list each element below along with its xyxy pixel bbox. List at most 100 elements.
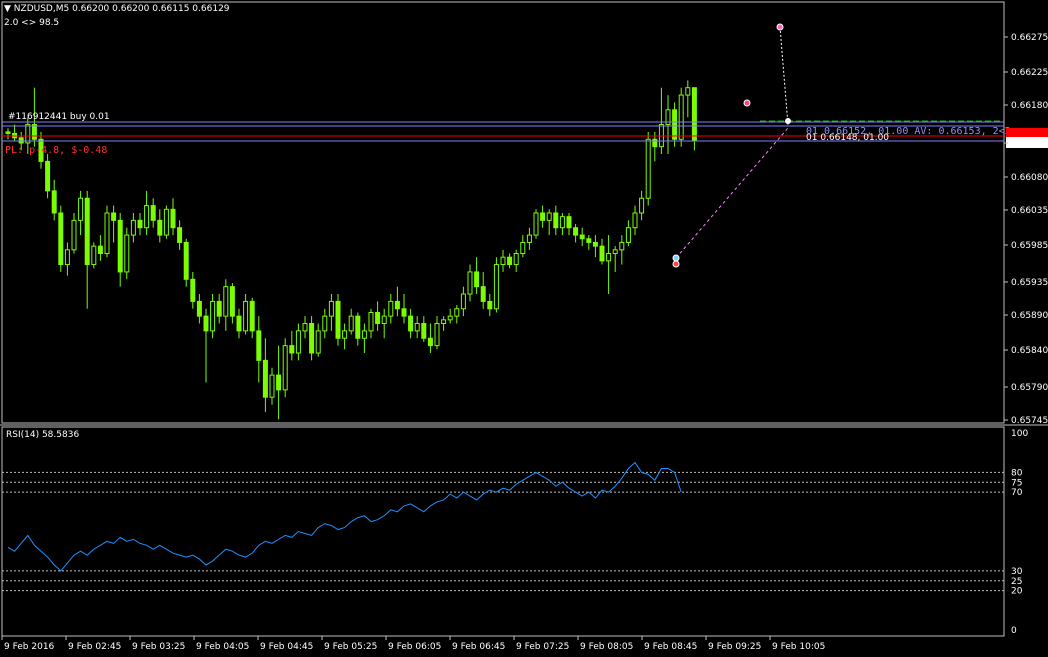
rsi-level-label: 25 [1011,577,1022,587]
candle [58,205,64,272]
candle-body [520,241,526,255]
candle [249,297,255,339]
candle [672,102,678,147]
candle-body [45,160,51,192]
candle-body [236,315,242,332]
candle [493,257,499,313]
candle [309,316,315,361]
candle-body [619,241,625,251]
candle [45,154,51,199]
candle [606,235,612,295]
candle-body [632,212,638,229]
candle [599,238,605,265]
candle-body [78,197,84,221]
candle [388,294,394,324]
candle-body [559,216,565,229]
candle-body [170,208,176,229]
candle-body [454,308,460,317]
candle-body [31,124,37,140]
time-label: 9 Feb 10:05 [772,642,825,652]
candle [361,323,367,353]
candle [355,312,361,346]
candle [474,257,480,295]
time-label: 9 Feb 03:25 [132,642,185,652]
candle [625,220,631,247]
candle [467,264,473,302]
candle [157,209,163,243]
candle-body [84,197,90,266]
candle-body [289,345,295,354]
time-label: 9 Feb 07:25 [516,642,569,652]
candle-body [91,245,97,266]
candle [414,316,420,339]
candle [526,227,532,250]
candle [368,308,374,339]
candle [566,212,572,236]
candle-body [533,212,539,236]
price-axis: 0.66275 0.66225 0.66180 0.66129 0.66080 0.660… [1004,33,1048,426]
candle [216,294,222,324]
candle-body [302,323,308,332]
candle [500,249,506,272]
marker-entry-dot [743,99,751,107]
marker-close-dot [785,118,791,124]
candle [441,316,447,331]
rsi-level-label: 0 [1011,626,1017,636]
candle-body [546,212,552,221]
time-label: 9 Feb 08:45 [644,642,697,652]
candle-body [355,315,361,339]
candle-body [408,315,414,332]
candle [289,330,295,361]
candle-body [256,330,262,361]
candle [315,323,321,357]
chart-canvas[interactable]: #116912441 buy 0.01 PL: p-4.8, $-0.48 01 0… [0,0,1048,657]
candle-body [553,212,559,229]
candle [78,190,84,236]
candle-body [216,300,222,317]
candle-body [566,216,572,229]
candle-body [474,271,480,288]
candle-body [493,264,499,310]
candle [196,294,202,324]
candle [170,198,176,236]
candle [12,124,18,141]
marker-buy-dot [672,254,680,262]
candle [210,294,216,339]
candle-body [606,253,612,262]
time-label: 9 Feb 04:05 [196,642,249,652]
candle [236,308,242,339]
candle-body [196,300,202,317]
candle [381,308,387,339]
candle-body [183,241,189,280]
candle [592,235,598,258]
candle-body [276,374,282,391]
candle-body [210,300,216,332]
candle-body [71,219,77,251]
candle [137,212,143,236]
candle [84,190,90,309]
candle-body [691,87,697,141]
candle-body [295,330,301,354]
candle-body [269,374,275,398]
price-label: 0.65890 [1011,311,1048,321]
candle-body [579,234,585,240]
candle-body [157,219,163,236]
candle-body [381,315,387,325]
candle [243,294,249,335]
pl-label: PL: p-4.8, $-0.48 [5,145,107,156]
candle-body [592,241,598,247]
candle-body [203,315,209,332]
price-label: 0.65840 [1011,346,1048,356]
candle [51,179,57,221]
candle-body [190,278,196,302]
candle [190,271,196,309]
candle [513,249,519,272]
candle [480,271,486,309]
candle [447,308,453,324]
candle-body [388,300,394,317]
price-label: 0.66035 [1011,206,1048,216]
time-label: 9 Feb 04:45 [260,642,313,652]
candle-body [144,205,150,229]
candle-body [421,323,427,339]
candle-body [58,212,64,266]
